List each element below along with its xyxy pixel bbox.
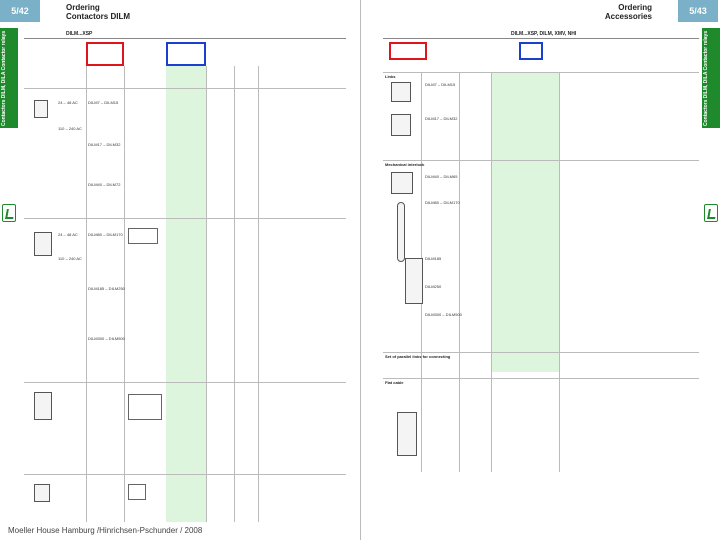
right-side-tab-label: Contactors DILM, DILA Contactor relays <box>703 30 709 126</box>
right-header: Ordering Accessories <box>605 3 652 21</box>
left-model-label: DILM...XSP <box>66 31 93 37</box>
row-part: DILM80 – DILM170 <box>88 232 123 237</box>
section-label: Set of parallel links for connecting <box>385 354 451 359</box>
section-rule <box>24 88 346 89</box>
row-part: DILM185 <box>425 256 442 261</box>
row-voltage: 110 – 240 AC <box>58 256 82 261</box>
left-title: Ordering <box>66 3 100 12</box>
row-part: DILM40 – DILM65 <box>425 174 458 179</box>
row-part: DILM250 <box>425 284 442 289</box>
row-part: DILM40 – DILM72 <box>88 182 121 187</box>
catalog-icon <box>704 204 718 222</box>
footer-credit: Moeller House Hamburg /Hinrichsen-Pschun… <box>8 526 203 535</box>
section-rule <box>383 378 699 379</box>
section-rule <box>383 72 699 73</box>
col-divider <box>491 72 492 472</box>
link-drawing <box>391 114 411 136</box>
contactor-drawing <box>34 392 52 420</box>
right-page: 5/43 Ordering Accessories Contactors DIL… <box>360 0 720 540</box>
left-side-tab: Contactors DILM, DILA Contactor relays <box>0 28 18 128</box>
row-part: DILM17 – DILM32 <box>425 116 458 121</box>
left-subtitle: Contactors DILM <box>66 12 130 21</box>
col-divider <box>206 66 207 522</box>
contactor-drawing <box>34 232 52 256</box>
section-rule <box>383 160 699 161</box>
interlock-drawing <box>391 172 413 194</box>
row-part: DILM185 – DILM250 <box>88 286 125 291</box>
circuit-diagram <box>128 484 146 500</box>
right-green-column <box>491 72 559 372</box>
right-title: Ordering <box>618 3 652 12</box>
row-part: DILM80 – DILM170 <box>425 200 460 205</box>
link-drawing <box>391 82 411 102</box>
col-divider <box>234 66 235 522</box>
circuit-diagram <box>128 228 158 244</box>
right-red-highlight <box>389 42 427 60</box>
section-label: Flat cable <box>385 380 404 385</box>
section-rule <box>24 382 346 383</box>
row-voltage: 110 – 240 AC <box>58 126 82 131</box>
left-header: Ordering Contactors DILM <box>66 3 130 21</box>
col-divider <box>559 72 560 472</box>
section-rule <box>24 218 346 219</box>
section-label: Links <box>385 74 396 79</box>
row-voltage: 24 – 48 AC <box>58 232 78 237</box>
right-model-label: DILM...XSP, DILM, XMV, NHI <box>511 31 577 37</box>
col-divider <box>86 66 87 522</box>
left-red-highlight <box>86 42 124 66</box>
left-page: 5/42 Ordering Contactors DILM Contactors… <box>0 0 360 540</box>
left-green-column <box>166 66 206 522</box>
page-number-left: 5/42 <box>0 0 40 22</box>
row-part: DILM17 – DILM32 <box>88 142 121 147</box>
catalog-icon <box>2 204 16 222</box>
col-divider <box>124 66 125 522</box>
right-blue-highlight <box>519 42 543 60</box>
row-part: DILM7 – DILM15 <box>88 100 119 105</box>
left-header-rule <box>24 38 346 39</box>
right-header-rule <box>383 38 699 39</box>
right-subtitle: Accessories <box>604 12 652 21</box>
left-blue-highlight <box>166 42 206 66</box>
circuit-diagram <box>128 394 162 420</box>
section-rule <box>24 474 346 475</box>
row-voltage: 24 – 48 AC <box>58 100 78 105</box>
row-part: DILM300 – DILM500 <box>425 312 462 317</box>
section-rule <box>383 352 699 353</box>
page-number-right: 5/43 <box>678 0 718 22</box>
contactor-drawing <box>34 100 48 118</box>
right-side-tab: Contactors DILM, DILA Contactor relays <box>702 28 720 128</box>
flat-cable-drawing <box>397 412 417 456</box>
col-divider <box>258 66 259 522</box>
contactor-drawing <box>34 484 50 502</box>
col-divider <box>459 72 460 472</box>
left-side-tab-label: Contactors DILM, DILA Contactor relays <box>1 30 7 126</box>
row-part: DILM7 – DILM15 <box>425 82 456 87</box>
interlock-drawing <box>405 258 423 304</box>
row-part: DILM300 – DILM500 <box>88 336 125 341</box>
section-label: Mechanical interlock <box>385 162 425 167</box>
rod-drawing <box>397 202 405 262</box>
